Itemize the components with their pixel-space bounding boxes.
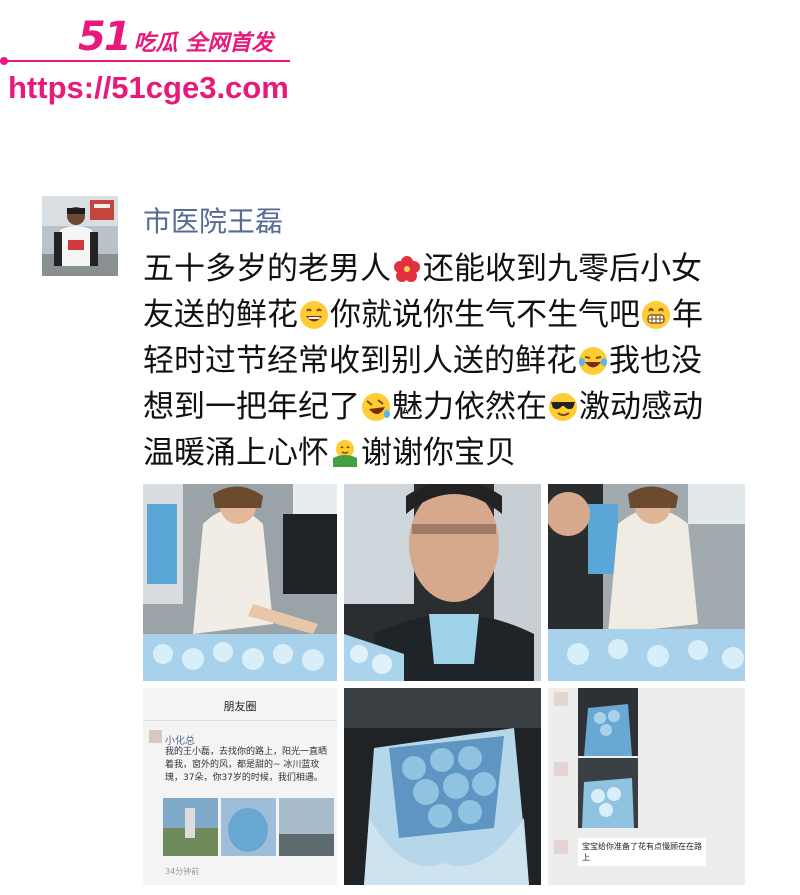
post-line-text: 友送的鲜花 [143,297,298,333]
grin-emoji-icon [642,301,670,329]
author-avatar[interactable] [42,196,118,276]
post-line-text: 想到一把年纪了 [143,389,360,425]
chat-bouquet-image-1 [578,688,638,756]
photo-2-man-selfie[interactable] [344,484,541,681]
sunglasses-emoji-icon [549,393,577,421]
post-line-text: 谢谢你宝贝 [361,435,516,471]
post-line-text: 激动感动 [579,389,703,425]
laugh-tears-emoji-icon [579,347,607,375]
post-line-text: 五十多岁的老男人 [143,251,391,287]
smile-emoji-icon [300,301,328,329]
photo-5-bouquet[interactable] [344,688,541,885]
chat-avatar-3 [554,840,568,854]
moments-thumbnails [163,798,335,858]
post-line: 想到一把年纪了 魅力依然在 激动感动 [143,384,783,430]
watermark-logo-text: 吃瓜 全网首发 [133,31,274,56]
photo-1-driver-woman[interactable] [143,484,337,681]
post-line: 五十多岁的老男人 还能收到九零后小女 [143,246,783,292]
post-line: 温暖涌上心怀 谢谢你宝贝 [143,430,783,476]
post-line-text: 还能收到九零后小女 [423,251,702,287]
author-name[interactable]: 市医院王磊 [143,200,283,240]
watermark-underline [0,60,290,62]
moments-avatar [149,730,162,743]
photo-3-driver-woman[interactable] [548,484,745,681]
post-line-text: 温暖涌上心怀 [143,435,329,471]
post-line: 友送的鲜花 你就说你生气不生气吧年 [143,292,783,338]
moments-name: 小化总 [165,736,195,747]
moments-text: 我的王小磊，去找你的路上，阳光一直晒着我，窗外的风，都是甜的~ 冰川蓝玫瑰，37… [165,747,328,783]
post-line-text: 年 [672,297,703,333]
moments-time: 34分钟前 [165,867,200,876]
chat-message: 宝宝给你准备了花有点慢顾在在路上 [578,838,706,866]
chat-avatar-2 [554,762,568,776]
post-line-text: 我也没 [609,343,702,379]
chat-avatar [554,692,568,706]
moments-title: 朋友圈 [223,700,257,713]
chat-bouquet-image-2 [578,758,638,828]
photo-4-moments-screenshot[interactable]: 朋友圈 小化总 我的王小磊，去找你的路上，阳光一直晒着我，窗外的风，都是甜的~ … [143,688,337,885]
moments-divider [143,720,337,721]
hug-emoji-icon [333,440,357,467]
watermark-logo-number: 51 [78,14,132,60]
post-line-text: 你就说你生气不生气吧 [330,297,640,333]
post-line-text: 魅力依然在 [392,389,547,425]
photo-6-chat-screenshot[interactable]: 宝宝给你准备了花有点慢顾在在路上 [548,688,745,885]
rolling-laugh-emoji-icon [362,393,390,421]
post-text: 五十多岁的老男人 还能收到九零后小女 友送的鲜花 你就说你生气不生气吧年 轻时过节经… [143,246,783,476]
watermark-url: https://51cge3.com [8,70,289,105]
post-line-text: 轻时过节经常收到别人送的鲜花 [143,343,577,379]
post-line: 轻时过节经常收到别人送的鲜花 我也没 [143,338,783,384]
watermark-logo: 51 吃瓜 全网首发 [78,14,273,60]
flower-emoji-icon [394,256,420,282]
